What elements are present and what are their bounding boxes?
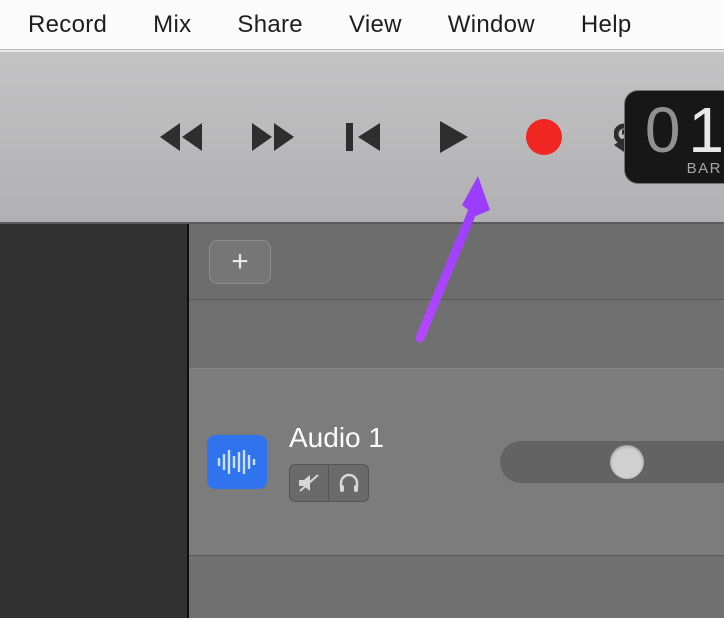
menu-window[interactable]: Window (448, 11, 535, 39)
rewind-icon (158, 120, 210, 154)
fast-forward-button[interactable] (248, 117, 300, 157)
transport-controls (158, 117, 660, 157)
menu-help[interactable]: Help (581, 11, 632, 39)
volume-slider[interactable] (500, 441, 724, 483)
menu-mix[interactable]: Mix (153, 11, 191, 39)
plus-icon: + (231, 245, 249, 279)
library-sidebar (0, 224, 189, 618)
record-icon (526, 119, 562, 155)
mute-icon (298, 473, 320, 493)
menu-share[interactable]: Share (237, 11, 303, 39)
tracks-area: + (189, 224, 724, 618)
audio-track-icon (207, 435, 267, 489)
mute-button[interactable] (289, 464, 329, 502)
record-button[interactable] (518, 117, 570, 157)
add-track-button[interactable]: + (209, 240, 271, 284)
track-name[interactable]: Audio 1 (289, 422, 384, 454)
fast-forward-icon (248, 120, 300, 154)
menu-bar: Record Mix Share View Window Help (0, 0, 724, 50)
lcd-digit: 1 (688, 98, 724, 162)
transport-toolbar: 0 1 BAR (0, 50, 724, 224)
go-to-start-button[interactable] (338, 117, 390, 157)
waveform-icon (216, 448, 258, 476)
menu-record[interactable]: Record (28, 11, 107, 39)
menu-view[interactable]: View (349, 11, 402, 39)
lcd-digit-dim: 0 (645, 98, 681, 162)
track-header-strip: + (189, 224, 724, 300)
lcd-label: BAR (687, 160, 724, 177)
input-monitor-button[interactable] (329, 464, 369, 502)
rewind-button[interactable] (158, 117, 210, 157)
workspace: + (0, 224, 724, 618)
spacer (189, 300, 724, 368)
track-right (406, 369, 724, 555)
headphones-icon (338, 473, 360, 493)
track-row[interactable]: Audio 1 (189, 368, 724, 556)
lcd-display: 0 1 BAR (624, 90, 724, 184)
volume-thumb[interactable] (610, 445, 644, 479)
track-buttons (289, 464, 384, 502)
play-icon (437, 119, 471, 155)
track-info: Audio 1 (289, 422, 384, 502)
skip-back-icon (344, 120, 384, 154)
play-button[interactable] (428, 117, 480, 157)
empty-area (189, 556, 724, 618)
